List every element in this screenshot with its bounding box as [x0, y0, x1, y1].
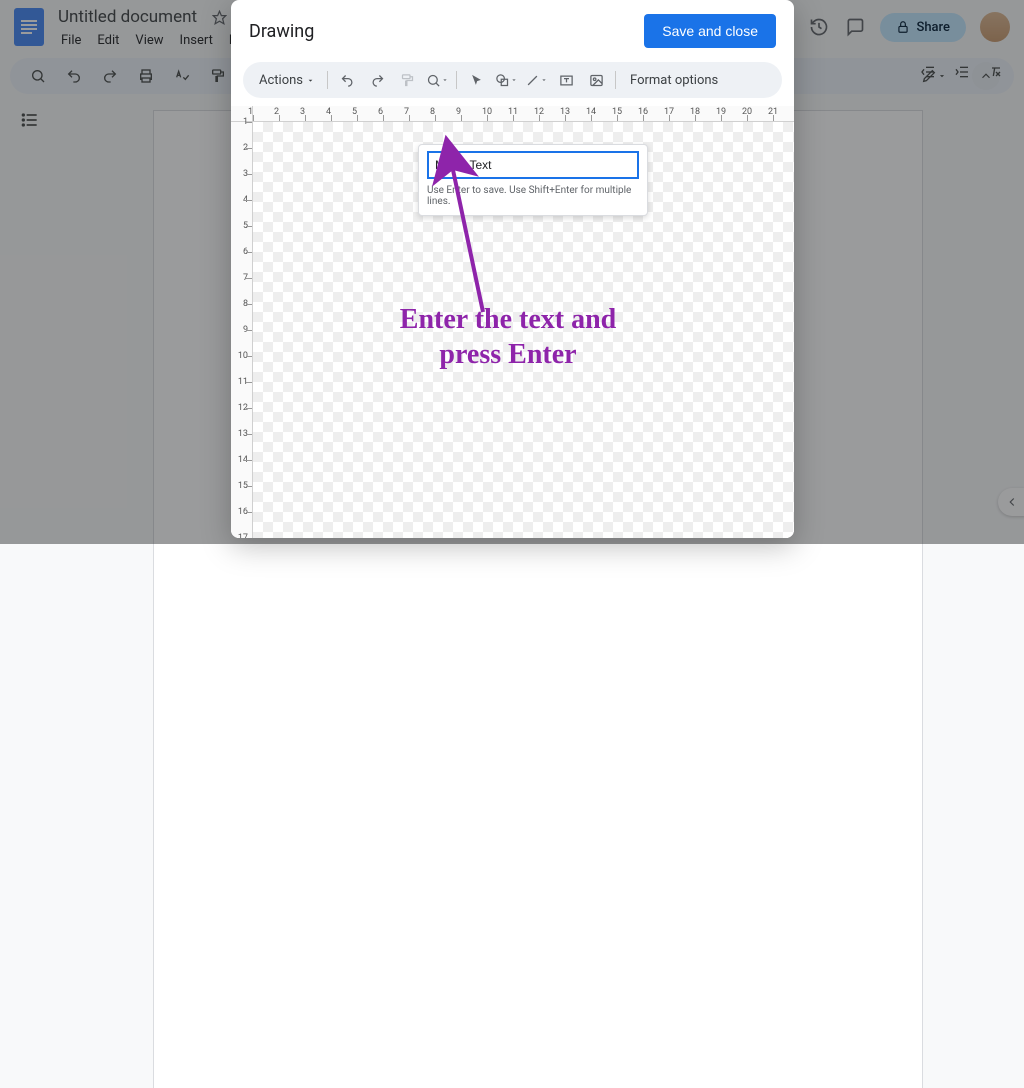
textbox-tool-icon[interactable] [553, 67, 579, 93]
wordart-hint-text: Use Enter to save. Use Shift+Enter for m… [427, 185, 639, 207]
vertical-ruler: 1234567891011121314151617 [231, 122, 253, 538]
drawing-canvas[interactable]: Use Enter to save. Use Shift+Enter for m… [253, 122, 794, 538]
paint-format-icon [394, 67, 420, 93]
zoom-tool-icon[interactable] [424, 67, 450, 93]
chevron-down-icon [510, 76, 518, 84]
select-tool-icon[interactable] [463, 67, 489, 93]
save-and-close-button[interactable]: Save and close [644, 14, 776, 48]
format-options-button[interactable]: Format options [622, 69, 726, 92]
actions-menu[interactable]: Actions [253, 69, 321, 92]
wordart-input-popup: Use Enter to save. Use Shift+Enter for m… [418, 144, 648, 216]
annotation-text: Enter the text and press Enter [343, 302, 673, 372]
actions-label: Actions [259, 73, 303, 88]
chevron-down-icon [306, 76, 315, 85]
horizontal-ruler: 123456789101112131415161718192021 [253, 106, 794, 122]
image-tool-icon[interactable] [583, 67, 609, 93]
drawing-dialog: Drawing Save and close Actions Format op… [231, 0, 794, 538]
redo-icon[interactable] [364, 67, 390, 93]
chevron-down-icon [441, 76, 449, 84]
drawing-canvas-wrap: 123456789101112131415161718192021 123456… [231, 106, 794, 538]
drawing-dialog-header: Drawing Save and close [231, 0, 794, 62]
chevron-down-icon [540, 76, 548, 84]
line-tool-icon[interactable] [523, 67, 549, 93]
drawing-toolbar: Actions Format options [243, 62, 782, 98]
undo-icon[interactable] [334, 67, 360, 93]
shape-tool-icon[interactable] [493, 67, 519, 93]
wordart-text-input[interactable] [427, 151, 639, 179]
drawing-dialog-title: Drawing [249, 21, 314, 42]
